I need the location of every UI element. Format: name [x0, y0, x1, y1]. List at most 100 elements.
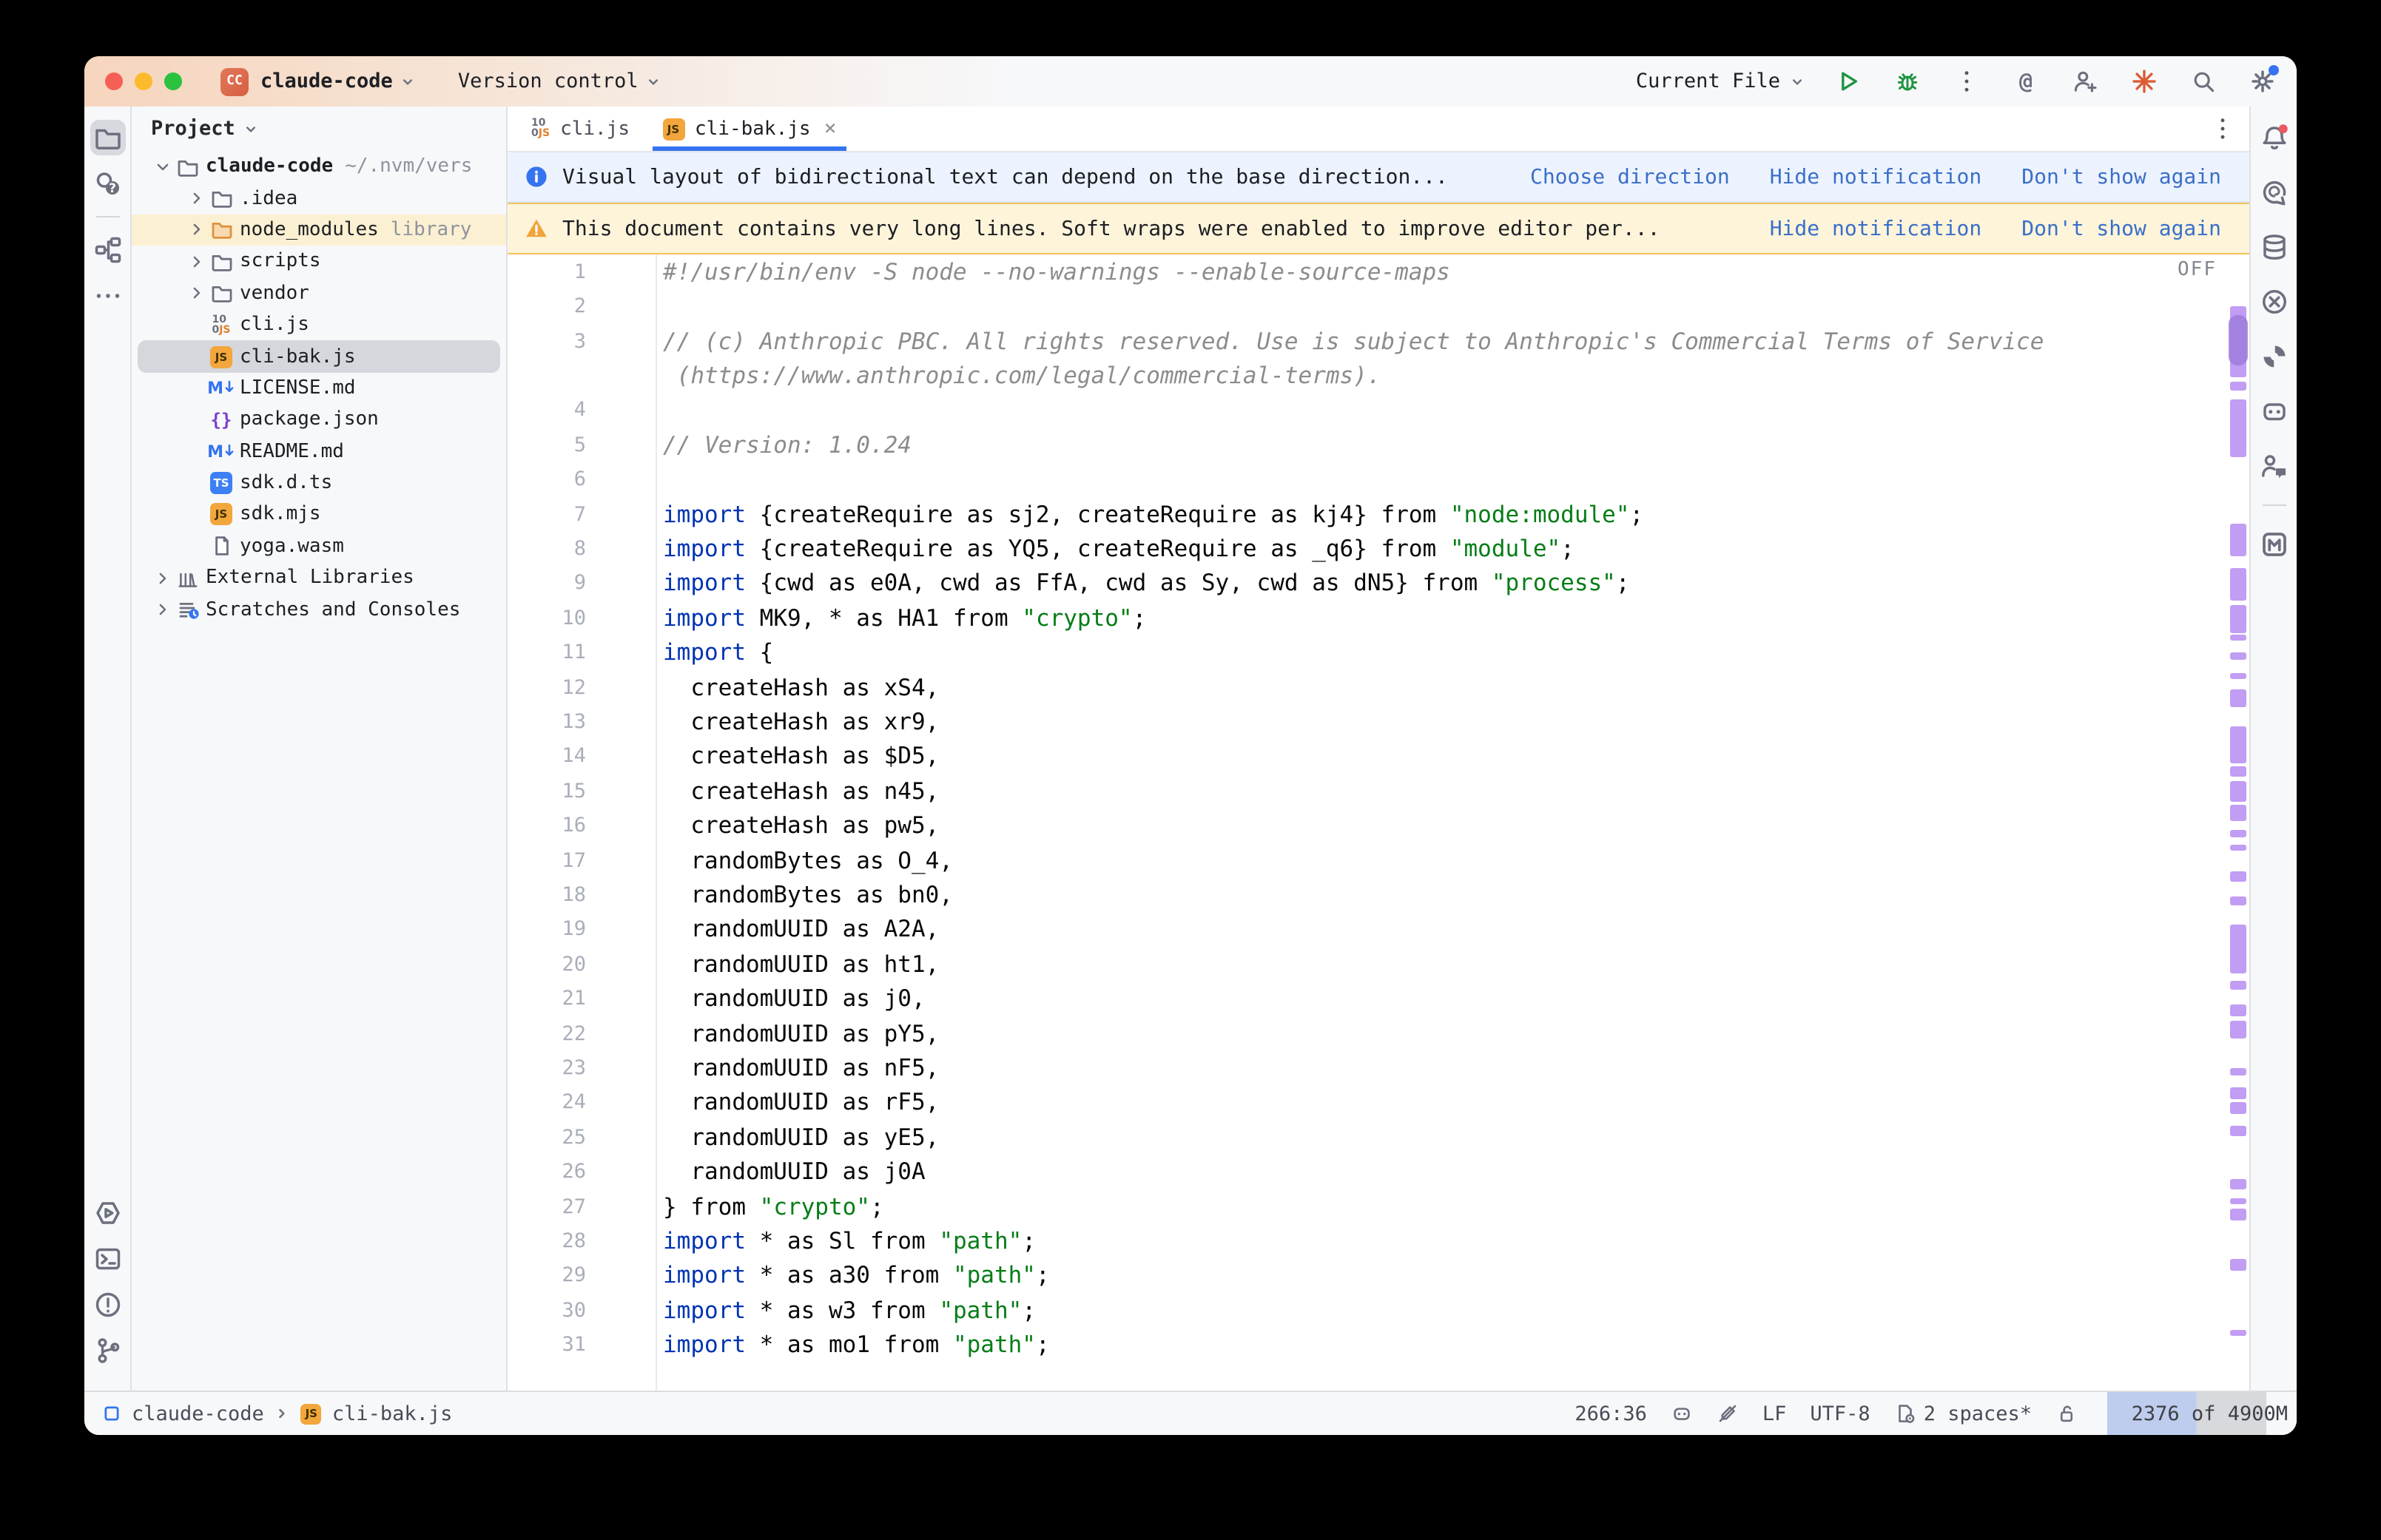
- search-icon[interactable]: [2187, 65, 2220, 98]
- tree-item-license-md[interactable]: MLICENSE.md: [132, 372, 506, 404]
- chevron-down-icon: [1789, 73, 1805, 90]
- database-icon[interactable]: [2256, 229, 2291, 265]
- structure-icon[interactable]: [90, 232, 125, 268]
- scrollbar-thumb[interactable]: [2229, 315, 2248, 365]
- terminal-icon[interactable]: [90, 1241, 125, 1277]
- copilot-robot-icon[interactable]: [1671, 1402, 1693, 1425]
- project-menu[interactable]: claude-code: [260, 70, 417, 93]
- code-line: 24 randomUUID as rF5,: [508, 1086, 2227, 1121]
- tree-item-vendor[interactable]: vendor: [132, 277, 506, 309]
- add-user-icon[interactable]: [2069, 65, 2101, 98]
- chevron-down-icon[interactable]: [149, 156, 175, 177]
- indent-widget[interactable]: 2 spaces*: [1894, 1402, 2032, 1425]
- minimize-window-button[interactable]: [135, 72, 152, 90]
- md-icon: M: [209, 379, 234, 398]
- tab-cli-js[interactable]: 100JScli.js: [515, 107, 646, 151]
- close-window-button[interactable]: [105, 72, 123, 90]
- tree-item-scripts[interactable]: scripts: [132, 246, 506, 277]
- run-configuration-selector[interactable]: Current File: [1636, 70, 1805, 93]
- zoom-window-button[interactable]: [164, 72, 182, 90]
- tree-item-yoga-wasm[interactable]: yoga.wasm: [132, 530, 506, 562]
- breadcrumb-project[interactable]: claude-code: [132, 1402, 264, 1425]
- highlighting-level-widget[interactable]: OFF: [2178, 259, 2217, 281]
- run-services-icon[interactable]: [90, 1195, 125, 1231]
- bigjs-icon: 100JS: [531, 118, 550, 139]
- breadcrumb-file[interactable]: cli-bak.js: [332, 1402, 453, 1425]
- chevron-right-icon[interactable]: [183, 251, 209, 272]
- vcs-change-mark: [2230, 1004, 2246, 1016]
- tree-item-claude-code[interactable]: claude-code~/.nvm/vers: [132, 151, 506, 183]
- banner-link-hide-notification[interactable]: Hide notification: [1770, 165, 1982, 189]
- no-inspections-icon[interactable]: [1717, 1402, 1739, 1425]
- settings-gear-icon[interactable]: [2246, 65, 2279, 98]
- code-text: import * as w3 from "path";: [586, 1297, 1036, 1324]
- tree-item-package-json[interactable]: {}package.json: [132, 404, 506, 436]
- code-text: randomUUID as j0,: [586, 985, 926, 1012]
- chevron-right-icon[interactable]: [183, 220, 209, 240]
- banner-link-don-t-show-again[interactable]: Don't show again: [2021, 165, 2221, 189]
- code-text: import {createRequire as YQ5, createRequ…: [586, 536, 1575, 562]
- caret-position-widget[interactable]: 266:36: [1575, 1402, 1647, 1425]
- banner-message: Visual layout of bidirectional text can …: [562, 165, 1517, 189]
- banner-link-don-t-show-again[interactable]: Don't show again: [2021, 217, 2221, 240]
- project-folder-icon[interactable]: [90, 120, 125, 155]
- tree-item-external-libraries[interactable]: External Libraries: [132, 562, 506, 594]
- unlocked-icon[interactable]: [2055, 1402, 2078, 1425]
- tree-item-label: cli-bak.js: [240, 345, 356, 368]
- chevron-right-icon[interactable]: [149, 599, 175, 620]
- code-text: createHash as xr9,: [586, 709, 939, 735]
- run-play-icon[interactable]: [1832, 65, 1865, 98]
- ai-assistant-icon[interactable]: [2256, 175, 2291, 210]
- more-vertical-icon[interactable]: [1950, 65, 1983, 98]
- project-badge: CC: [220, 67, 249, 95]
- stripe-divider: [95, 216, 119, 217]
- tree-item-readme-md[interactable]: MREADME.md: [132, 436, 506, 467]
- more-ellipsis-icon[interactable]: [90, 278, 125, 314]
- x-circle-icon[interactable]: [2256, 284, 2291, 320]
- close-tab-icon[interactable]: ×: [824, 117, 837, 141]
- tree-item-sdk-mjs[interactable]: JSsdk.mjs: [132, 499, 506, 531]
- notifications-bell-icon[interactable]: [2256, 120, 2291, 155]
- tab-cli-bak-js[interactable]: JScli-bak.js×: [646, 107, 852, 151]
- m-plugin-icon[interactable]: [2256, 527, 2291, 562]
- circles-question-icon[interactable]: ?: [90, 166, 125, 201]
- code-text: createHash as n45,: [586, 778, 939, 805]
- spark-icon[interactable]: [2128, 65, 2161, 98]
- chevron-right-icon[interactable]: [183, 188, 209, 209]
- problems-icon[interactable]: [90, 1287, 125, 1323]
- screen: CC claude-code Version control Current F…: [0, 0, 2381, 1540]
- tree-item-cli-js[interactable]: 100JScli.js: [132, 309, 506, 341]
- editor-scrollbar[interactable]: [2227, 254, 2249, 1391]
- tree-item-sdk-d-ts[interactable]: TSsdk.d.ts: [132, 467, 506, 499]
- tree-item-node-modules[interactable]: node_moduleslibrary: [132, 215, 506, 246]
- chevron-right-icon[interactable]: [149, 568, 175, 589]
- code-text: import {: [586, 639, 773, 666]
- lib-icon: [175, 567, 200, 590]
- user-chat-icon[interactable]: [2256, 448, 2291, 484]
- tree-item--idea[interactable]: .idea: [132, 183, 506, 215]
- right-tool-stripe: [2251, 107, 2297, 1391]
- banner-link-hide-notification[interactable]: Hide notification: [1770, 217, 1982, 240]
- tree-item-scratches-and-consoles[interactable]: Scratches and Consoles: [132, 594, 506, 626]
- code-editor[interactable]: 1#!/usr/bin/env -S node --no-warnings --…: [508, 254, 2249, 1391]
- code-line: 25 randomUUID as yE5,: [508, 1120, 2227, 1155]
- robot-face-icon[interactable]: [2256, 394, 2291, 429]
- pinwheel-icon[interactable]: [2256, 339, 2291, 374]
- vcs-change-mark: [2230, 1198, 2246, 1204]
- js-icon: JS: [209, 504, 234, 526]
- banner-link-choose-direction[interactable]: Choose direction: [1530, 165, 1730, 189]
- line-number: 14: [508, 745, 586, 769]
- version-control-menu[interactable]: Version control: [458, 70, 662, 93]
- code-text: import * as a30 from "path";: [586, 1263, 1050, 1289]
- tab-options-icon[interactable]: [2209, 107, 2249, 151]
- line-ending-widget[interactable]: LF: [1762, 1402, 1787, 1425]
- debug-bug-icon[interactable]: [1891, 65, 1924, 98]
- encoding-widget[interactable]: UTF-8: [1810, 1402, 1870, 1425]
- tree-item-cli-bak-js[interactable]: JScli-bak.js: [138, 341, 500, 373]
- mention-at-icon[interactable]: @: [2010, 65, 2042, 98]
- memory-indicator[interactable]: 2376 of 4900M: [2107, 1392, 2297, 1435]
- project-panel-header[interactable]: Project: [132, 107, 506, 151]
- folder-icon: [209, 186, 234, 210]
- chevron-right-icon[interactable]: [183, 283, 209, 304]
- git-branch-icon[interactable]: [90, 1333, 125, 1368]
